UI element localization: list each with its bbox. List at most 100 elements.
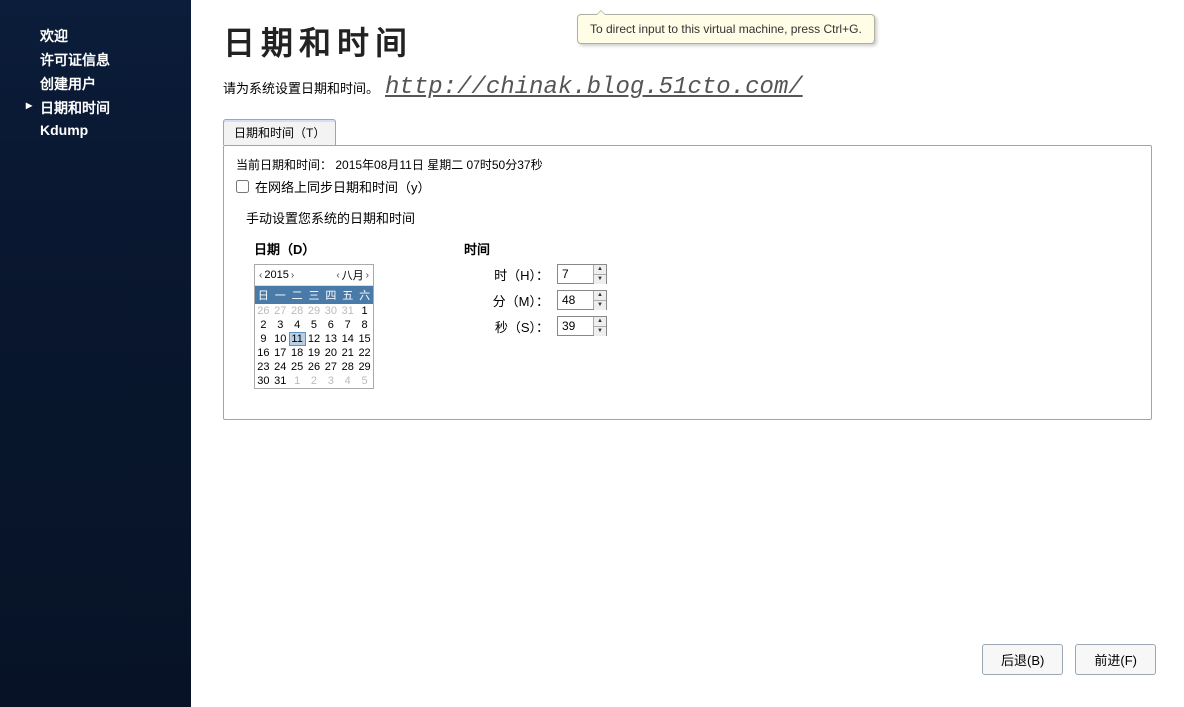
- minute-input[interactable]: [558, 291, 593, 309]
- tab-bar: 日期和时间（T）: [223, 119, 1184, 145]
- calendar-day[interactable]: 25: [289, 360, 306, 374]
- calendar: ‹ 2015 › ‹ 八月 › 日一二三四五六 2627282930311234…: [254, 264, 374, 389]
- sync-network-checkbox[interactable]: [236, 180, 249, 193]
- calendar-weekday: 日: [255, 286, 272, 304]
- date-section-label: 日期（D）: [254, 239, 374, 258]
- sidebar-item-label: 许可证信息: [40, 52, 110, 68]
- calendar-day[interactable]: 30: [255, 374, 272, 388]
- manual-set-label: 手动设置您系统的日期和时间: [246, 208, 1139, 227]
- sync-network-label: 在网络上同步日期和时间（y）: [255, 177, 431, 196]
- calendar-day[interactable]: 10: [272, 332, 289, 346]
- calendar-day[interactable]: 15: [356, 332, 373, 346]
- minute-label: 分（M）：: [464, 291, 549, 310]
- calendar-day[interactable]: 4: [339, 374, 356, 388]
- calendar-day[interactable]: 26: [306, 360, 323, 374]
- calendar-year[interactable]: 2015: [264, 269, 288, 281]
- calendar-day[interactable]: 1: [289, 374, 306, 388]
- calendar-day[interactable]: 19: [306, 346, 323, 360]
- date-column: 日期（D） ‹ 2015 › ‹ 八月 › 日: [254, 239, 374, 389]
- calendar-day[interactable]: 27: [272, 304, 289, 318]
- calendar-day[interactable]: 17: [272, 346, 289, 360]
- calendar-day[interactable]: 30: [322, 304, 339, 318]
- date-time-panel: 当前日期和时间： 2015年08月11日 星期二 07时50分37秒 在网络上同…: [223, 145, 1152, 420]
- sidebar-item-label: 日期和时间: [40, 100, 110, 116]
- month-next-icon[interactable]: ›: [366, 270, 369, 281]
- hour-label: 时（H）：: [464, 265, 549, 284]
- second-spinner[interactable]: ▲ ▼: [557, 316, 607, 336]
- calendar-day[interactable]: 20: [322, 346, 339, 360]
- calendar-day[interactable]: 29: [306, 304, 323, 318]
- calendar-day[interactable]: 6: [322, 318, 339, 332]
- forward-button[interactable]: 前进(F): [1075, 644, 1156, 675]
- calendar-weekday: 二: [289, 286, 306, 304]
- calendar-day[interactable]: 7: [339, 318, 356, 332]
- current-datetime-label: 当前日期和时间：: [236, 158, 332, 172]
- current-datetime-value: 2015年08月11日 星期二 07时50分37秒: [335, 158, 542, 172]
- minute-down-icon[interactable]: ▼: [594, 301, 606, 310]
- hour-spinner[interactable]: ▲ ▼: [557, 264, 607, 284]
- calendar-day[interactable]: 16: [255, 346, 272, 360]
- sidebar-item-create-user[interactable]: 创建用户: [0, 72, 191, 96]
- calendar-day[interactable]: 31: [339, 304, 356, 318]
- calendar-day[interactable]: 5: [306, 318, 323, 332]
- calendar-day[interactable]: 3: [322, 374, 339, 388]
- calendar-day[interactable]: 26: [255, 304, 272, 318]
- second-down-icon[interactable]: ▼: [594, 327, 606, 336]
- calendar-weekday: 三: [306, 286, 323, 304]
- second-label: 秒（S）：: [464, 317, 549, 336]
- calendar-weekday: 四: [322, 286, 339, 304]
- sync-network-row[interactable]: 在网络上同步日期和时间（y）: [236, 177, 1139, 196]
- hour-up-icon[interactable]: ▲: [594, 265, 606, 275]
- vm-input-tooltip: To direct input to this virtual machine,…: [577, 14, 875, 44]
- tab-date-time[interactable]: 日期和时间（T）: [223, 119, 336, 145]
- sidebar-item-kdump[interactable]: Kdump: [0, 120, 191, 140]
- calendar-day[interactable]: 28: [289, 304, 306, 318]
- sidebar-item-date-time[interactable]: 日期和时间: [0, 96, 191, 120]
- calendar-day[interactable]: 2: [255, 318, 272, 332]
- calendar-day[interactable]: 4: [289, 318, 306, 332]
- time-section-label: 时间: [464, 239, 607, 258]
- calendar-day[interactable]: 29: [356, 360, 373, 374]
- calendar-day[interactable]: 14: [339, 332, 356, 346]
- sidebar-item-license[interactable]: 许可证信息: [0, 48, 191, 72]
- content-area: 日期和时间 请为系统设置日期和时间。 http://chinak.blog.51…: [191, 0, 1184, 707]
- calendar-day[interactable]: 21: [339, 346, 356, 360]
- minute-up-icon[interactable]: ▲: [594, 291, 606, 301]
- watermark-url: http://chinak.blog.51cto.com/: [385, 74, 803, 101]
- calendar-day[interactable]: 28: [339, 360, 356, 374]
- calendar-day[interactable]: 1: [356, 304, 373, 318]
- calendar-day[interactable]: 24: [272, 360, 289, 374]
- hour-down-icon[interactable]: ▼: [594, 275, 606, 284]
- minute-spinner[interactable]: ▲ ▼: [557, 290, 607, 310]
- calendar-weekday-row: 日一二三四五六: [255, 286, 373, 304]
- calendar-day[interactable]: 3: [272, 318, 289, 332]
- sidebar: 欢迎 许可证信息 创建用户 日期和时间 Kdump: [0, 0, 191, 707]
- calendar-grid: 2627282930311234567891011121314151617181…: [255, 304, 373, 388]
- calendar-day[interactable]: 9: [255, 332, 272, 346]
- calendar-day[interactable]: 13: [322, 332, 339, 346]
- calendar-weekday: 一: [272, 286, 289, 304]
- second-input[interactable]: [558, 317, 593, 335]
- time-column: 时间 时（H）： ▲ ▼ 分（M）：: [464, 239, 607, 389]
- calendar-day[interactable]: 27: [322, 360, 339, 374]
- sidebar-item-label: 创建用户: [40, 76, 96, 92]
- calendar-day[interactable]: 18: [289, 346, 306, 360]
- year-next-icon[interactable]: ›: [291, 270, 294, 281]
- sidebar-item-welcome[interactable]: 欢迎: [0, 24, 191, 48]
- calendar-day[interactable]: 23: [255, 360, 272, 374]
- calendar-day[interactable]: 31: [272, 374, 289, 388]
- month-prev-icon[interactable]: ‹: [336, 270, 339, 281]
- calendar-month[interactable]: 八月: [342, 267, 364, 283]
- calendar-day[interactable]: 11: [289, 332, 306, 346]
- calendar-day[interactable]: 12: [306, 332, 323, 346]
- calendar-day[interactable]: 2: [306, 374, 323, 388]
- sidebar-item-label: 欢迎: [40, 28, 68, 44]
- second-up-icon[interactable]: ▲: [594, 317, 606, 327]
- calendar-weekday: 五: [339, 286, 356, 304]
- calendar-day[interactable]: 8: [356, 318, 373, 332]
- year-prev-icon[interactable]: ‹: [259, 270, 262, 281]
- calendar-day[interactable]: 5: [356, 374, 373, 388]
- calendar-day[interactable]: 22: [356, 346, 373, 360]
- back-button[interactable]: 后退(B): [982, 644, 1063, 675]
- hour-input[interactable]: [558, 265, 593, 283]
